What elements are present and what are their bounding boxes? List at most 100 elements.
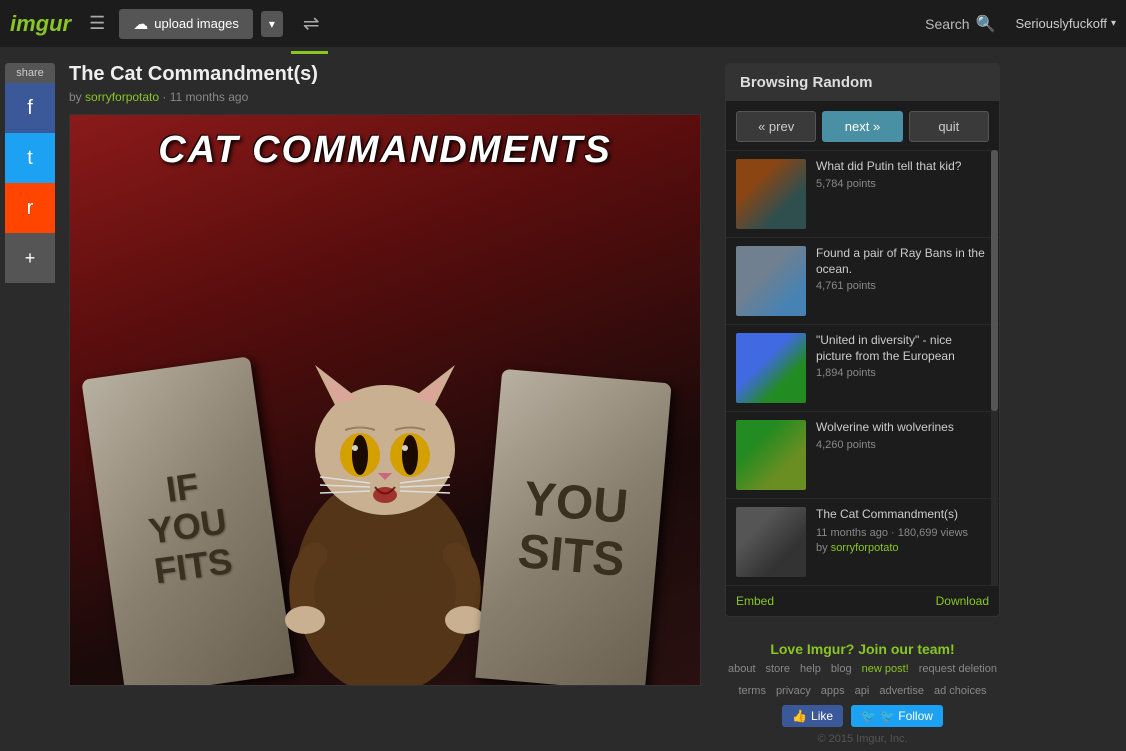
related-title: The Cat Commandment(s) xyxy=(816,507,989,523)
quit-button[interactable]: quit xyxy=(909,111,989,142)
browsing-panel: Browsing Random « prev next » quit What … xyxy=(725,63,1000,617)
facebook-like-button[interactable]: 👍 Like xyxy=(782,705,843,727)
prev-button[interactable]: « prev xyxy=(736,111,816,142)
list-item[interactable]: Found a pair of Ray Bans in the ocean. 4… xyxy=(726,237,999,324)
related-points: 4,761 points xyxy=(816,280,989,292)
twitter-follow-icon: 🐦 xyxy=(861,709,876,723)
footer-link-help[interactable]: help xyxy=(800,663,821,675)
twitter-share-button[interactable]: t xyxy=(5,133,55,183)
upload-button[interactable]: ☁ upload images xyxy=(119,9,253,39)
embed-link[interactable]: Embed xyxy=(736,594,774,608)
post-meta: by sorryforpotato · 11 months ago xyxy=(69,90,701,104)
footer-link-privacy[interactable]: privacy xyxy=(776,685,811,697)
right-sidebar: Browsing Random « prev next » quit What … xyxy=(715,63,1010,749)
share-sidebar: share f t r + xyxy=(0,63,55,749)
post-image: CAT COMMANDMENTS IFYOUFITS xyxy=(70,115,700,685)
related-thumbnail xyxy=(736,333,806,403)
search-label: Search xyxy=(925,16,969,32)
search-area: Search 🔍 xyxy=(925,14,995,34)
facebook-like-icon: 👍 xyxy=(792,709,807,723)
facebook-share-button[interactable]: f xyxy=(5,83,55,133)
related-info: "United in diversity" - nice picture fro… xyxy=(816,333,989,403)
related-points: 5,784 points xyxy=(816,178,989,190)
share-label: share xyxy=(5,63,55,83)
post-author-link[interactable]: sorryforpotato xyxy=(85,90,159,104)
download-link[interactable]: Download xyxy=(936,594,989,608)
related-title: Wolverine with wolverines xyxy=(816,420,989,436)
post-image-container: CAT COMMANDMENTS IFYOUFITS xyxy=(69,114,701,686)
list-item[interactable]: What did Putin tell that kid? 5,784 poin… xyxy=(726,150,999,237)
facebook-icon: f xyxy=(27,97,33,120)
reddit-share-button[interactable]: r xyxy=(5,183,55,233)
related-list: What did Putin tell that kid? 5,784 poin… xyxy=(726,150,999,585)
cat-title-text: CAT COMMANDMENTS xyxy=(158,129,611,172)
related-time: 11 months ago · 180,699 views xyxy=(816,527,968,539)
related-list-wrapper: What did Putin tell that kid? 5,784 poin… xyxy=(726,150,999,585)
post-title: The Cat Commandment(s) xyxy=(69,63,701,86)
list-item[interactable]: "United in diversity" - nice picture fro… xyxy=(726,324,999,411)
list-item[interactable]: Wolverine with wolverines 4,260 points xyxy=(726,411,999,498)
footer-link-about[interactable]: about xyxy=(728,663,756,675)
footer-links: about store help blog new post! request … xyxy=(725,663,1000,697)
related-thumbnail xyxy=(736,159,806,229)
related-points: 4,260 points xyxy=(816,439,989,451)
related-info: The Cat Commandment(s) 11 months ago · 1… xyxy=(816,507,989,577)
footer-link-store[interactable]: store xyxy=(766,663,790,675)
cat-image-background: CAT COMMANDMENTS IFYOUFITS xyxy=(70,115,700,685)
post-time: 11 months ago xyxy=(170,90,249,104)
main-content: share f t r + The Cat Commandment(s) by … xyxy=(0,47,1126,749)
upload-label: upload images xyxy=(154,16,239,31)
embed-download-row: Embed Download xyxy=(726,585,999,616)
footer-link-blog[interactable]: blog xyxy=(831,663,852,675)
related-info: Wolverine with wolverines 4,260 points xyxy=(816,420,989,490)
browsing-header: Browsing Random xyxy=(726,64,999,101)
search-icon[interactable]: 🔍 xyxy=(976,14,996,34)
scrollbar-thumb[interactable] xyxy=(991,150,998,411)
twitter-follow-button[interactable]: 🐦 🐦 Follow xyxy=(851,705,943,727)
footer-link-advertise[interactable]: advertise xyxy=(879,685,924,697)
related-thumbnail xyxy=(736,507,806,577)
related-thumbnail xyxy=(736,420,806,490)
post-area: The Cat Commandment(s) by sorryforpotato… xyxy=(55,63,715,749)
next-button[interactable]: next » xyxy=(822,111,902,142)
footer-link-deletion[interactable]: request deletion xyxy=(919,663,997,675)
social-follow-row: 👍 Like 🐦 🐦 Follow xyxy=(725,705,1000,727)
twitter-icon: t xyxy=(27,147,33,170)
footer-love-text: Love Imgur? Join our team! xyxy=(725,641,1000,657)
upload-dropdown-button[interactable]: ▾ xyxy=(261,11,283,37)
facebook-like-label: Like xyxy=(811,709,833,723)
related-meta: 11 months ago · 180,699 views by sorryfo… xyxy=(816,526,989,557)
twitter-follow-label: 🐦 Follow xyxy=(880,709,933,723)
post-meta-prefix: by xyxy=(69,90,82,104)
cat-body-area: IFYOUFITS xyxy=(70,172,700,685)
footer-area: Love Imgur? Join our team! about store h… xyxy=(725,631,1000,749)
related-info: Found a pair of Ray Bans in the ocean. 4… xyxy=(816,246,989,316)
hamburger-button[interactable]: ☰ xyxy=(83,9,111,38)
related-thumbnail xyxy=(736,246,806,316)
reddit-icon: r xyxy=(27,197,34,220)
tablet-left-text: IFYOUFITS xyxy=(141,462,235,590)
copyright: © 2015 Imgur, Inc. xyxy=(725,733,1000,745)
tablet-right: YOUSITS xyxy=(475,369,671,685)
footer-link-adchoices[interactable]: ad choices xyxy=(934,685,987,697)
related-title: What did Putin tell that kid? xyxy=(816,159,989,175)
more-icon: + xyxy=(25,248,36,269)
related-author-link[interactable]: sorryforpotato xyxy=(831,542,899,554)
shuffle-button[interactable]: ⇌ xyxy=(295,7,328,40)
footer-link-terms[interactable]: terms xyxy=(738,685,766,697)
list-item[interactable]: The Cat Commandment(s) 11 months ago · 1… xyxy=(726,498,999,585)
username-label: Seriouslyfuckoff xyxy=(1015,16,1107,31)
more-share-button[interactable]: + xyxy=(5,233,55,283)
footer-link-apps[interactable]: apps xyxy=(821,685,845,697)
logo: imgur xyxy=(10,11,71,37)
related-points: 1,894 points xyxy=(816,367,989,379)
footer-link-newpost[interactable]: new post! xyxy=(862,663,909,675)
related-title: "United in diversity" - nice picture fro… xyxy=(816,333,989,364)
tablet-right-text: YOUSITS xyxy=(516,473,631,587)
header: imgur ☰ ☁ upload images ▾ ⇌ Search 🔍 Ser… xyxy=(0,0,1126,47)
upload-icon: ☁ xyxy=(133,15,148,33)
user-menu[interactable]: Seriouslyfuckoff ▾ xyxy=(1015,16,1116,31)
chevron-down-icon: ▾ xyxy=(1111,18,1116,29)
scrollbar[interactable] xyxy=(991,150,998,585)
footer-link-api[interactable]: api xyxy=(855,685,870,697)
